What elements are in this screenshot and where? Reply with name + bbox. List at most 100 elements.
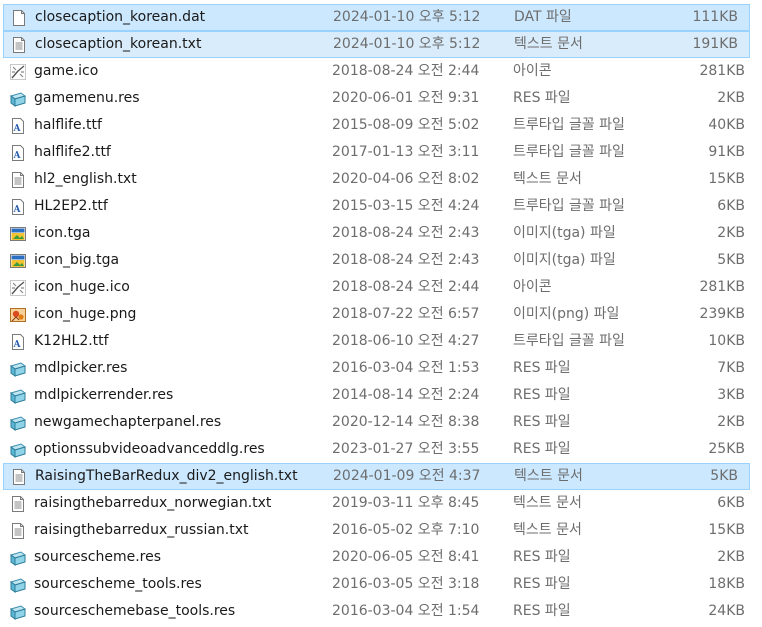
tga-icon xyxy=(9,225,27,243)
file-name: RaisingTheBarRedux_div2_english.txt xyxy=(35,468,298,484)
file-name: icon_huge.png xyxy=(34,306,137,322)
text-document-icon xyxy=(9,171,27,189)
file-row[interactable]: A K12HL2.ttf 2018-06-10 오전 4:27 트루타입 글꼴 … xyxy=(0,328,762,355)
file-size: 2KB xyxy=(717,90,745,106)
file-size: 2KB xyxy=(717,549,745,565)
file-name: sourcescheme_tools.res xyxy=(34,576,202,592)
file-row[interactable]: closecaption_korean.txt 2024-01-10 오후 5:… xyxy=(3,31,750,58)
file-name: mdlpicker.res xyxy=(34,360,128,376)
file-date: 2017-01-13 오전 3:11 xyxy=(332,144,480,160)
file-type: RES 파일 xyxy=(513,387,571,403)
file-row[interactable]: raisingthebarredux_norwegian.txt 2019-03… xyxy=(0,490,762,517)
file-size: 2KB xyxy=(717,414,745,430)
file-size: 191KB xyxy=(692,36,738,52)
file-date: 2020-04-06 오전 8:02 xyxy=(332,171,480,187)
file-type: RES 파일 xyxy=(513,576,571,592)
file-row[interactable]: optionssubvideoadvanceddlg.res 2023-01-2… xyxy=(0,436,762,463)
file-row[interactable]: hl2_english.txt 2020-04-06 오전 8:02 텍스트 문… xyxy=(0,166,762,193)
file-name: sourceschemebase_tools.res xyxy=(34,603,236,619)
file-row[interactable]: RaisingTheBarRedux_div2_english.txt 2024… xyxy=(3,463,750,490)
file-date: 2018-06-10 오전 4:27 xyxy=(332,333,480,349)
file-size: 25KB xyxy=(708,441,745,457)
file-size: 6KB xyxy=(717,198,745,214)
file-date: 2023-01-27 오전 3:55 xyxy=(332,441,480,457)
file-row[interactable]: icon.tga 2018-08-24 오전 2:43 이미지(tga) 파일 … xyxy=(0,220,762,247)
file-name: closecaption_korean.txt xyxy=(35,36,202,52)
res-icon xyxy=(9,549,27,567)
text-document-icon xyxy=(10,36,28,54)
svg-text:A: A xyxy=(13,151,22,161)
file-row[interactable]: mdlpickerrender.res 2014-08-14 오전 2:24 R… xyxy=(0,382,762,409)
file-row[interactable]: gamemenu.res 2020-06-01 오전 9:31 RES 파일 2… xyxy=(0,85,762,112)
file-row[interactable]: icon_big.tga 2018-08-24 오전 2:43 이미지(tga)… xyxy=(0,247,762,274)
res-icon xyxy=(9,387,27,405)
file-name: halflife.ttf xyxy=(34,117,102,133)
file-row[interactable]: sourcescheme.res 2020-06-05 오전 8:41 RES … xyxy=(0,544,762,571)
file-size: 24KB xyxy=(708,603,745,619)
res-icon xyxy=(9,576,27,594)
file-row[interactable]: closecaption_korean.dat 2024-01-10 오후 5:… xyxy=(3,4,750,31)
file-row[interactable]: A HL2EP2.ttf 2015-03-15 오전 4:24 트루타입 글꼴 … xyxy=(0,193,762,220)
file-date: 2018-08-24 오전 2:43 xyxy=(332,225,480,241)
file-date: 2020-06-01 오전 9:31 xyxy=(332,90,480,106)
file-size: 91KB xyxy=(708,144,745,160)
file-name: game.ico xyxy=(34,63,99,79)
file-row[interactable]: icon_huge.png 2018-07-22 오전 6:57 이미지(png… xyxy=(0,301,762,328)
file-name: mdlpickerrender.res xyxy=(34,387,174,403)
file-size: 15KB xyxy=(708,171,745,187)
file-date: 2020-12-14 오전 8:38 xyxy=(332,414,480,430)
file-name: newgamechapterpanel.res xyxy=(34,414,222,430)
tga-icon xyxy=(9,252,27,270)
res-icon xyxy=(9,414,27,432)
res-icon xyxy=(9,441,27,459)
file-type: 이미지(tga) 파일 xyxy=(513,225,616,241)
file-row[interactable]: icon_huge.ico 2018-08-24 오전 2:44 아이콘 281… xyxy=(0,274,762,301)
file-size: 111KB xyxy=(692,9,738,25)
font-icon: A xyxy=(9,117,27,135)
file-type: 텍스트 문서 xyxy=(513,171,582,187)
file-size: 239KB xyxy=(699,306,745,322)
file-date: 2015-03-15 오전 4:24 xyxy=(332,198,480,214)
file-name: icon_huge.ico xyxy=(34,279,130,295)
file-row[interactable]: A halflife2.ttf 2017-01-13 오전 3:11 트루타입 … xyxy=(0,139,762,166)
png-icon xyxy=(9,306,27,324)
file-type: 텍스트 문서 xyxy=(514,36,583,52)
svg-text:A: A xyxy=(13,340,22,350)
file-type: 트루타입 글꼴 파일 xyxy=(513,333,625,349)
file-row[interactable]: mdlpicker.res 2016-03-04 오전 1:53 RES 파일 … xyxy=(0,355,762,382)
file-list: closecaption_korean.dat 2024-01-10 오후 5:… xyxy=(0,0,762,627)
file-date: 2014-08-14 오전 2:24 xyxy=(332,387,480,403)
file-size: 18KB xyxy=(708,576,745,592)
text-document-icon xyxy=(9,522,27,540)
file-size: 6KB xyxy=(717,495,745,511)
file-name: sourcescheme.res xyxy=(34,549,162,565)
file-size: 15KB xyxy=(708,522,745,538)
file-size: 40KB xyxy=(708,117,745,133)
document-icon xyxy=(10,9,28,27)
file-date: 2020-06-05 오전 8:41 xyxy=(332,549,480,565)
font-icon: A xyxy=(9,198,27,216)
file-row[interactable]: raisingthebarredux_russian.txt 2016-05-0… xyxy=(0,517,762,544)
file-type: RES 파일 xyxy=(513,441,571,457)
file-row[interactable]: A halflife.ttf 2015-08-09 오전 5:02 트루타입 글… xyxy=(0,112,762,139)
file-date: 2024-01-10 오후 5:12 xyxy=(333,36,481,52)
file-date: 2016-05-02 오후 7:10 xyxy=(332,522,480,538)
file-row[interactable]: sourceschemebase_tools.res 2016-03-04 오전… xyxy=(0,598,762,625)
file-type: 트루타입 글꼴 파일 xyxy=(513,117,625,133)
file-type: RES 파일 xyxy=(513,603,571,619)
file-row[interactable]: newgamechapterpanel.res 2020-12-14 오전 8:… xyxy=(0,409,762,436)
file-name: optionssubvideoadvanceddlg.res xyxy=(34,441,265,457)
file-date: 2016-03-04 오전 1:54 xyxy=(332,603,480,619)
file-name: raisingthebarredux_russian.txt xyxy=(34,522,249,538)
file-type: 트루타입 글꼴 파일 xyxy=(513,198,625,214)
file-row[interactable]: sourcescheme_tools.res 2016-03-05 오전 3:1… xyxy=(0,571,762,598)
file-row[interactable]: game.ico 2018-08-24 오전 2:44 아이콘 281KB xyxy=(0,58,762,85)
res-icon xyxy=(9,90,27,108)
file-name: hl2_english.txt xyxy=(34,171,137,187)
file-type: RES 파일 xyxy=(513,414,571,430)
file-date: 2018-08-24 오전 2:44 xyxy=(332,63,480,79)
file-name: HL2EP2.ttf xyxy=(34,198,108,214)
file-size: 7KB xyxy=(717,360,745,376)
file-name: icon_big.tga xyxy=(34,252,120,268)
file-type: 텍스트 문서 xyxy=(513,495,582,511)
